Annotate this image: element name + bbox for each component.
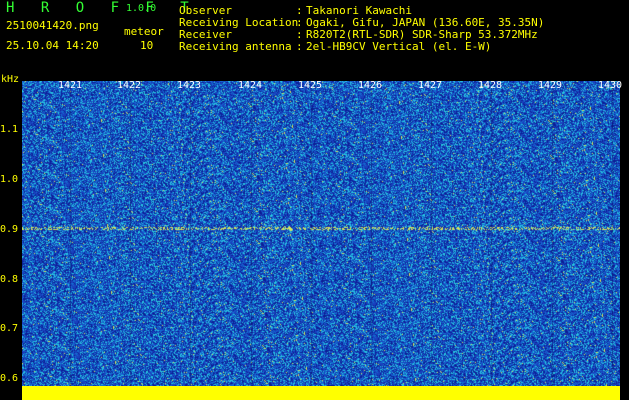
y-tick-label: 1.1: [0, 124, 19, 135]
x-tick-label: 1429: [537, 80, 563, 91]
y-tick-label: 0.8: [0, 274, 19, 285]
x-tick-label: 1422: [116, 80, 142, 91]
file-name: 2510041420.png: [6, 19, 99, 32]
meteor-count-label: meteor: [124, 25, 164, 38]
x-tick-label: 1423: [176, 80, 202, 91]
x-tick-label: 1424: [237, 80, 263, 91]
y-tick-label: 0.9: [0, 224, 19, 235]
app-version: 1.0.0: [126, 3, 157, 14]
x-tick-label: 1426: [357, 80, 383, 91]
antenna-separator: :: [296, 40, 303, 53]
y-tick-label: 0.6: [0, 373, 19, 384]
y-tick-label: 0.7: [0, 323, 19, 334]
antenna-value: 2el-HB9CV Vertical (el. E-W): [306, 40, 492, 53]
y-axis-unit: kHz: [1, 74, 20, 85]
y-tick-label: 1.0: [0, 174, 19, 185]
x-tick-label: 1421: [57, 80, 83, 91]
spectrogram-noise-canvas: [22, 81, 620, 391]
amplitude-baseline-bar: [22, 386, 620, 400]
spectrogram-plot: [22, 81, 620, 391]
capture-datetime: 25.10.04 14:20: [6, 39, 99, 52]
x-tick-label: 1427: [417, 80, 443, 91]
x-tick-label: 1425: [297, 80, 323, 91]
antenna-label: Receiving antenna: [179, 40, 292, 53]
meteor-count-value: 10: [140, 39, 154, 52]
app-name: H R O F F T: [6, 0, 198, 16]
hrofft-window: H R O F F T 1.0.0 2510041420.png 25.10.0…: [0, 0, 629, 400]
x-tick-label: 1430: [597, 80, 623, 91]
x-tick-label: 1428: [477, 80, 503, 91]
